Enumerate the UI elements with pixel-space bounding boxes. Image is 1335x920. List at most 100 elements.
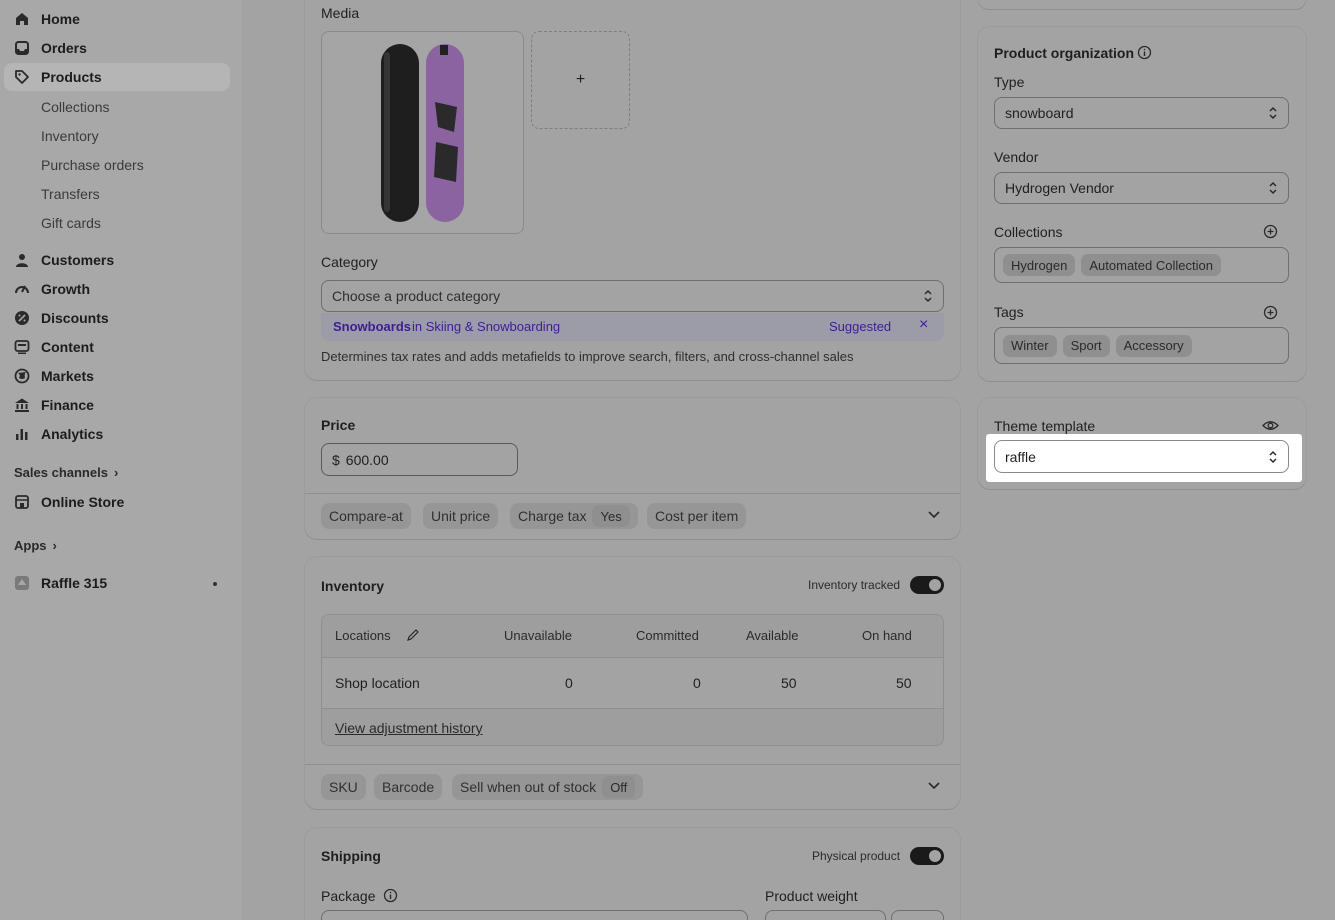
category-help: Determines tax rates and adds metafields… [321, 349, 854, 364]
sidebar-subitem-collections[interactable]: Collections [41, 93, 109, 121]
inventory-title: Inventory [321, 578, 385, 594]
inventory-tracked-toggle[interactable] [910, 576, 944, 594]
media-title: Media [321, 5, 360, 21]
column-unavailable: Unavailable [504, 628, 572, 643]
sidebar-item-discounts[interactable]: Discounts [4, 304, 230, 332]
category-suggestion-row[interactable]: Snowboards in Skiing & Snowboarding Sugg… [321, 313, 944, 341]
chevron-down-icon[interactable] [927, 510, 941, 520]
sidebar-item-label: Home [41, 11, 80, 27]
collection-tag[interactable]: Automated Collection [1081, 254, 1221, 276]
type-select[interactable]: snowboard [994, 97, 1289, 129]
collections-field[interactable]: Hydrogen Automated Collection [994, 247, 1289, 283]
sidebar-item-label: Content [41, 339, 94, 355]
bank-icon [14, 397, 30, 413]
unavailable-value[interactable]: 0 [565, 675, 573, 691]
collections-label: Collections [994, 224, 1063, 240]
content-icon [14, 339, 30, 355]
status-card [978, 0, 1306, 9]
app-icon [14, 575, 30, 591]
sidebar-item-customers[interactable]: Customers [4, 246, 230, 274]
tag-chip[interactable]: Winter [1003, 334, 1057, 357]
divider [305, 764, 960, 765]
view-adjustment-history-link[interactable]: View adjustment history [335, 720, 483, 736]
price-input[interactable]: $ 600.00 [321, 443, 518, 476]
add-media-button[interactable]: + [531, 31, 630, 129]
inbox-icon [14, 40, 30, 56]
sku-chip[interactable]: SKU [321, 774, 366, 800]
physical-product-label: Physical product [812, 849, 901, 863]
tag-chip[interactable]: Accessory [1115, 334, 1192, 357]
theme-template-select[interactable]: raffle [994, 440, 1289, 473]
cost-per-item-chip[interactable]: Cost per item [647, 503, 747, 529]
dismiss-suggestion-icon[interactable]: × [919, 316, 928, 334]
vendor-select[interactable]: Hydrogen Vendor [994, 172, 1289, 204]
discount-icon [14, 310, 30, 326]
sidebar-subitem-purchase-orders[interactable]: Purchase orders [41, 151, 144, 179]
theme-template-value: raffle [1005, 448, 1036, 465]
sidebar-item-orders[interactable]: Orders [4, 34, 230, 62]
select-chevron-icon [1269, 106, 1277, 120]
charge-tax-label: Charge tax [518, 508, 587, 524]
charge-tax-chip[interactable]: Charge tax Yes [510, 503, 638, 529]
sidebar-subitem-transfers[interactable]: Transfers [41, 180, 100, 208]
add-circle-icon[interactable] [1263, 224, 1278, 239]
category-title: Category [321, 254, 378, 270]
suggested-label: Suggested [829, 319, 892, 334]
sell-out-of-stock-label: Sell when out of stock [460, 779, 597, 795]
media-thumbnail[interactable] [321, 31, 524, 234]
sidebar-subitem-gift-cards[interactable]: Gift cards [41, 209, 101, 237]
chevron-down-icon[interactable] [927, 781, 941, 791]
apps-label: Apps [14, 538, 47, 553]
shipping-title: Shipping [321, 848, 381, 864]
chevron-right-icon: › [113, 465, 119, 480]
sidebar-item-home[interactable]: Home [4, 5, 230, 33]
sidebar-subitem-inventory[interactable]: Inventory [41, 122, 99, 150]
product-organization-title: Product organization [994, 45, 1134, 61]
tag-chip[interactable]: Sport [1062, 334, 1110, 357]
pencil-icon[interactable] [406, 628, 420, 642]
tags-label: Tags [994, 304, 1024, 320]
weight-unit-select[interactable] [891, 910, 944, 920]
physical-product-toggle[interactable] [910, 847, 944, 865]
eye-icon[interactable] [1262, 419, 1279, 432]
charge-tax-value: Yes [592, 505, 630, 527]
sidebar-item-label: Analytics [41, 426, 104, 442]
column-committed: Committed [636, 628, 699, 643]
sell-out-of-stock-value: Off [602, 776, 636, 798]
sidebar-item-growth[interactable]: Growth [4, 275, 230, 303]
add-circle-icon[interactable] [1263, 305, 1278, 320]
column-available: Available [746, 628, 799, 643]
sidebar-item-analytics[interactable]: Analytics [4, 420, 230, 448]
gauge-icon [14, 281, 30, 297]
category-select[interactable]: Choose a product category [321, 280, 944, 312]
apps-header[interactable]: Apps › [14, 538, 57, 553]
sidebar-item-raffle[interactable]: Raffle 315 [4, 569, 230, 597]
inventory-tracked-label: Inventory tracked [808, 578, 901, 592]
unit-price-chip[interactable]: Unit price [423, 503, 499, 529]
sidebar-item-finance[interactable]: Finance [4, 391, 230, 419]
sidebar-item-products[interactable]: Products [4, 63, 230, 91]
sales-channels-label: Sales channels [14, 465, 108, 480]
compare-at-chip[interactable]: Compare-at [321, 503, 411, 529]
info-icon[interactable] [383, 888, 398, 903]
info-icon[interactable] [1137, 45, 1152, 60]
package-select[interactable] [321, 910, 748, 920]
sidebar-item-content[interactable]: Content [4, 333, 230, 361]
collection-tag[interactable]: Hydrogen [1003, 254, 1076, 276]
available-value[interactable]: 50 [781, 675, 797, 691]
store-icon [14, 494, 30, 510]
column-locations: Locations [335, 628, 391, 643]
barcode-chip[interactable]: Barcode [374, 774, 443, 800]
on-hand-value[interactable]: 50 [896, 675, 912, 691]
person-icon [14, 252, 30, 268]
sidebar-item-online-store[interactable]: Online Store [4, 488, 230, 516]
tags-field[interactable]: Winter Sport Accessory [994, 327, 1289, 364]
weight-input[interactable] [765, 910, 886, 920]
sidebar: Home Orders Products Collections Invento… [0, 0, 242, 920]
sell-out-of-stock-chip[interactable]: Sell when out of stock Off [452, 774, 644, 800]
sales-channels-header[interactable]: Sales channels › [14, 465, 118, 480]
vendor-value: Hydrogen Vendor [1005, 180, 1114, 196]
currency-symbol: $ [332, 451, 340, 468]
sidebar-item-markets[interactable]: Markets [4, 362, 230, 390]
category-placeholder: Choose a product category [332, 288, 501, 304]
